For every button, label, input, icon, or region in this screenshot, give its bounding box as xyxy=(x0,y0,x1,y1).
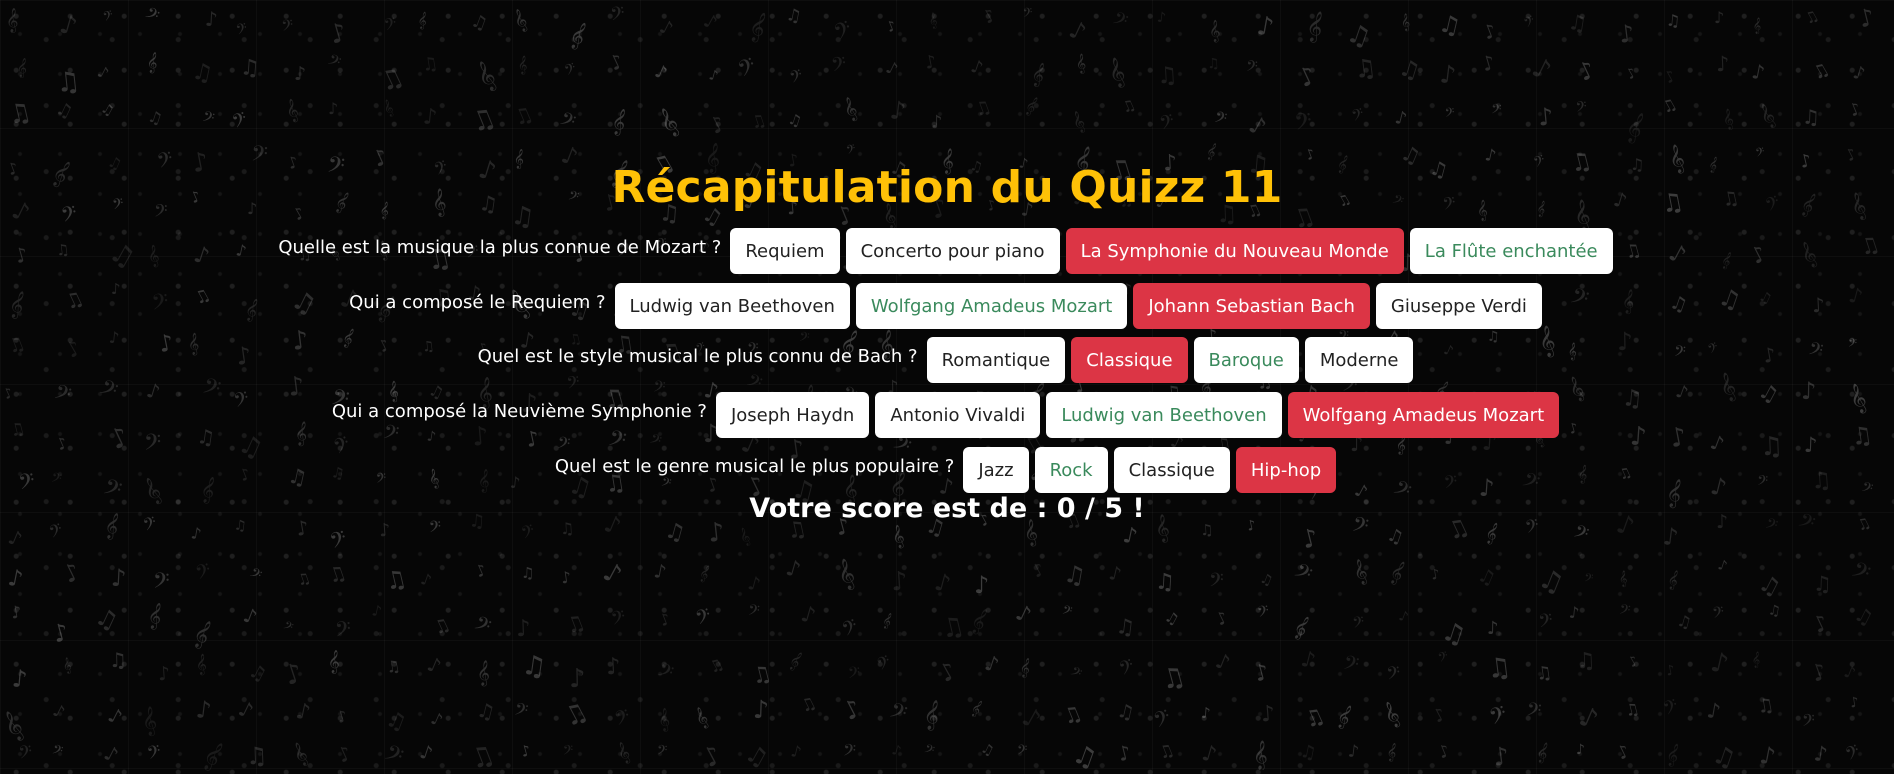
answer-button[interactable]: Requiem xyxy=(730,228,840,274)
score-text: Votre score est de : 0 / 5 ! xyxy=(749,493,1145,524)
question-text: Qui a composé la Neuvième Symphonie ? xyxy=(331,400,707,422)
answer-button[interactable]: Concerto pour piano xyxy=(845,228,1060,274)
answer-button-correct[interactable]: Ludwig van Beethoven xyxy=(1046,392,1282,438)
answer-button[interactable]: Ludwig van Beethoven xyxy=(614,283,850,329)
answer-button-wrong[interactable]: Wolfgang Amadeus Mozart xyxy=(1287,392,1560,438)
answer-button[interactable]: Antonio Vivaldi xyxy=(875,392,1041,438)
answer-button-wrong[interactable]: Classique xyxy=(1071,337,1188,383)
answer-button[interactable]: Jazz xyxy=(963,447,1029,493)
answer-button-wrong[interactable]: La Symphonie du Nouveau Monde xyxy=(1065,228,1404,274)
question-text: Quel est le style musical le plus connu … xyxy=(477,345,918,367)
answer-button-wrong[interactable]: Johann Sebastian Bach xyxy=(1133,283,1370,329)
question-row-1: Quelle est la musique la plus connue de … xyxy=(0,228,1894,274)
quiz-summary: Récapitulation du Quizz 11 Quelle est la… xyxy=(0,0,1894,774)
answer-button[interactable]: Joseph Haydn xyxy=(715,392,870,438)
answer-button[interactable]: Classique xyxy=(1113,447,1230,493)
question-text: Quelle est la musique la plus connue de … xyxy=(278,236,722,258)
answer-button-wrong[interactable]: Hip-hop xyxy=(1235,447,1337,493)
question-text: Qui a composé le Requiem ? xyxy=(349,291,606,313)
answer-button[interactable]: Giuseppe Verdi xyxy=(1375,283,1542,329)
answer-button-correct[interactable]: Baroque xyxy=(1193,337,1299,383)
question-row-4: Qui a composé la Neuvième Symphonie ? Jo… xyxy=(0,392,1894,438)
question-row-3: Quel est le style musical le plus connu … xyxy=(0,337,1894,383)
answer-button[interactable]: Romantique xyxy=(926,337,1066,383)
question-row-5: Quel est le genre musical le plus popula… xyxy=(0,447,1894,493)
question-row-2: Qui a composé le Requiem ? Ludwig van Be… xyxy=(0,283,1894,329)
question-text: Quel est le genre musical le plus popula… xyxy=(554,455,955,477)
page-title: Récapitulation du Quizz 11 xyxy=(611,162,1283,213)
answer-button-correct[interactable]: La Flûte enchantée xyxy=(1409,228,1613,274)
answer-button-correct[interactable]: Wolfgang Amadeus Mozart xyxy=(855,283,1128,329)
answer-button-correct[interactable]: Rock xyxy=(1034,447,1108,493)
answer-button[interactable]: Moderne xyxy=(1304,337,1414,383)
